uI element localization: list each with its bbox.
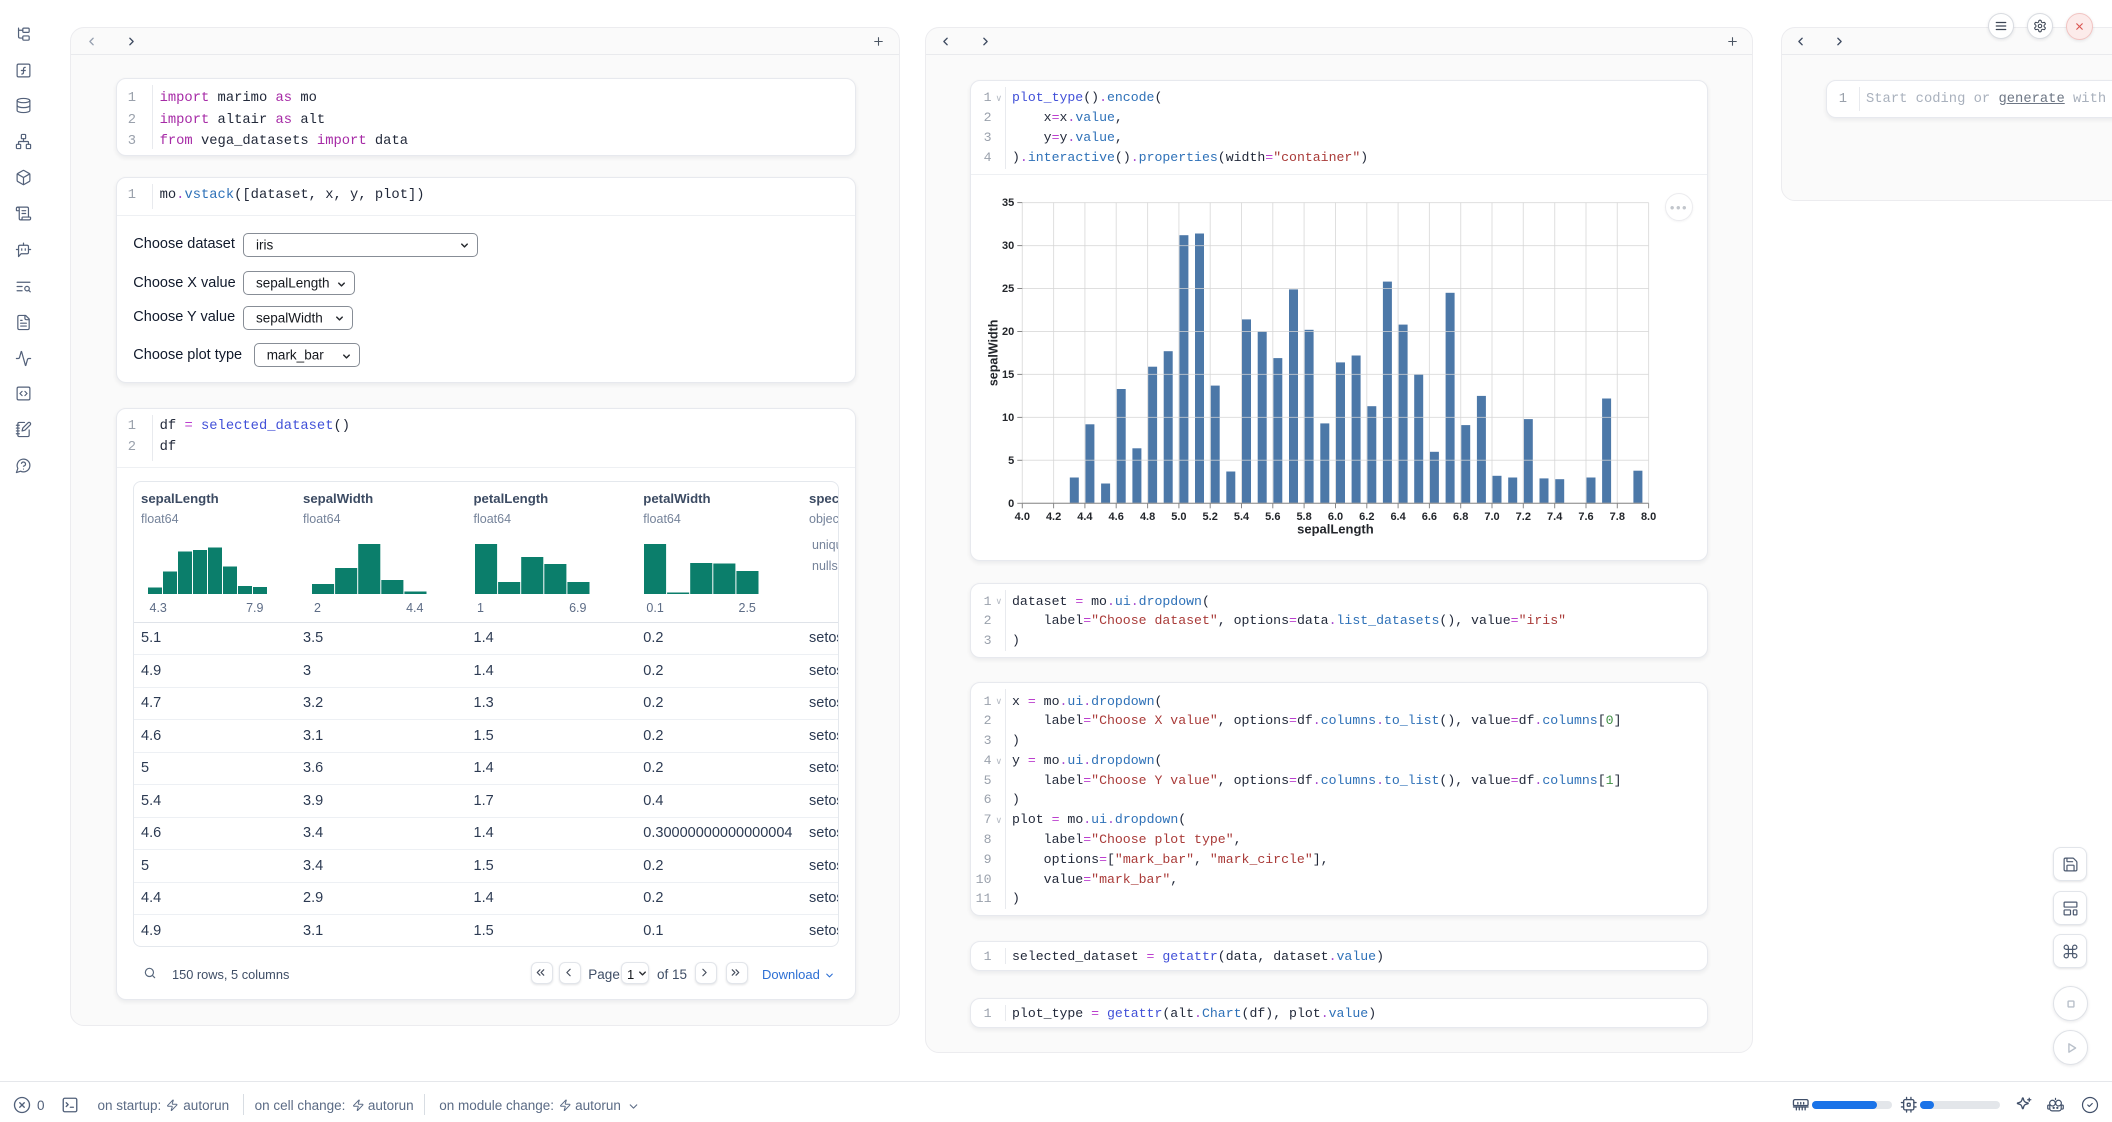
svg-text:6.4: 6.4 xyxy=(1390,511,1406,523)
svg-text:7.0: 7.0 xyxy=(1484,511,1499,523)
svg-text:5.2: 5.2 xyxy=(1203,511,1218,523)
svg-text:15: 15 xyxy=(1002,369,1014,381)
svg-text:7.4: 7.4 xyxy=(1547,511,1563,523)
svg-text:6.6: 6.6 xyxy=(1422,511,1437,523)
svg-text:5: 5 xyxy=(1008,455,1014,467)
svg-text:35: 35 xyxy=(1002,197,1014,209)
svg-text:25: 25 xyxy=(1002,283,1014,295)
svg-text:5.0: 5.0 xyxy=(1171,511,1186,523)
svg-text:7.8: 7.8 xyxy=(1610,511,1625,523)
svg-text:20: 20 xyxy=(1002,326,1014,338)
svg-text:7.2: 7.2 xyxy=(1516,511,1531,523)
svg-text:30: 30 xyxy=(1002,240,1014,252)
svg-text:sepalWidth: sepalWidth xyxy=(986,320,1000,387)
svg-text:4.2: 4.2 xyxy=(1046,511,1061,523)
svg-text:sepalLength: sepalLength xyxy=(1297,521,1374,536)
svg-text:4.8: 4.8 xyxy=(1140,511,1155,523)
svg-text:5.6: 5.6 xyxy=(1265,511,1280,523)
svg-text:4.0: 4.0 xyxy=(1015,511,1030,523)
svg-text:7.6: 7.6 xyxy=(1578,511,1593,523)
svg-text:6.8: 6.8 xyxy=(1453,511,1468,523)
svg-text:4.4: 4.4 xyxy=(1077,511,1093,523)
svg-text:4.6: 4.6 xyxy=(1109,511,1124,523)
svg-text:10: 10 xyxy=(1002,412,1014,424)
svg-text:0: 0 xyxy=(1008,498,1014,510)
svg-text:8.0: 8.0 xyxy=(1641,511,1656,523)
svg-text:5.4: 5.4 xyxy=(1234,511,1250,523)
